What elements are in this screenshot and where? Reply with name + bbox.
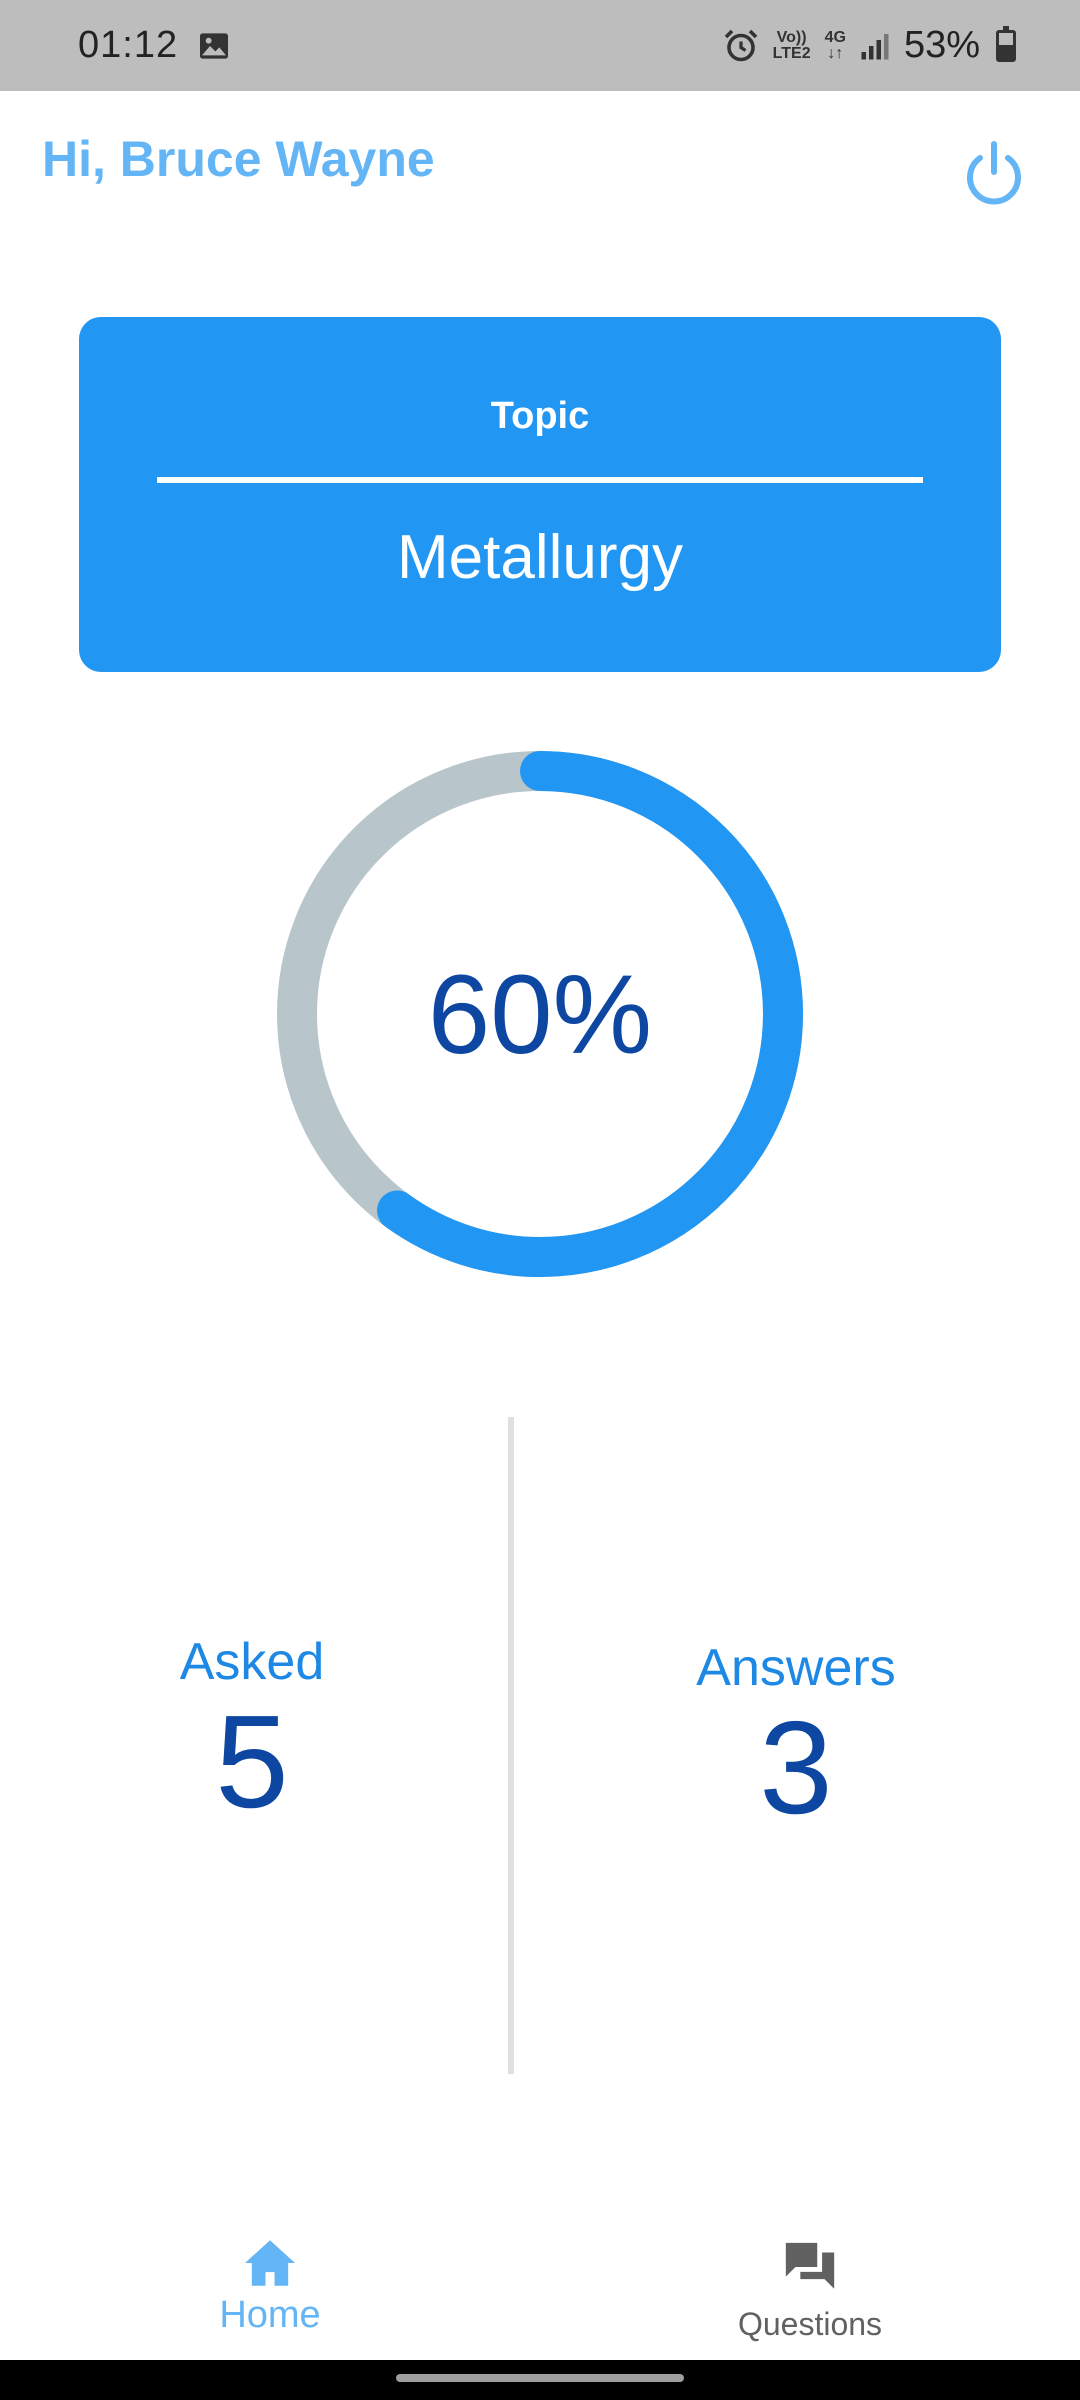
answers-count: 3	[759, 1694, 833, 1841]
status-time: 01:12	[78, 24, 179, 66]
chat-icon	[785, 2242, 835, 2289]
home-gesture-pill[interactable]	[396, 2374, 684, 2382]
volte-line1: Vo))	[776, 28, 807, 46]
status-bar: 01:12 Vo)) LTE2 4G ↓↑ 53%	[0, 0, 1080, 91]
progress-ring: 60%	[276, 750, 804, 1278]
topic-value: Metallurgy	[397, 523, 683, 592]
home-icon	[245, 2240, 295, 2286]
greeting-title: Hi, Bruce Wayne	[42, 131, 435, 187]
alarm-icon	[724, 29, 757, 61]
topic-divider	[157, 477, 923, 483]
system-nav-bar	[0, 2360, 1080, 2400]
status-right: Vo)) LTE2 4G ↓↑ 53%	[723, 24, 1016, 67]
data-arrows-icon: ↓↑	[827, 44, 844, 62]
nav-questions-label: Questions	[737, 2306, 883, 2342]
asked-count: 5	[215, 1688, 289, 1835]
power-icon[interactable]	[958, 138, 1030, 210]
topic-card[interactable]: Topic Metallurgy	[79, 317, 1001, 672]
volte-indicator: Vo)) LTE2	[772, 28, 811, 62]
answers-label: Answers	[696, 1639, 896, 1697]
network-type: 4G	[824, 28, 846, 46]
battery-icon	[996, 25, 1016, 62]
signal-icon	[861, 33, 889, 59]
battery-percent: 53%	[903, 24, 980, 66]
network-indicator: 4G ↓↑	[824, 28, 846, 62]
nav-questions[interactable]: Questions	[680, 2238, 940, 2343]
nav-home-label: Home	[219, 2294, 321, 2336]
progress-percent: 60%	[427, 951, 653, 1077]
asked-label: Asked	[179, 1633, 325, 1691]
status-left: 01:12	[78, 24, 230, 67]
topic-label: Topic	[490, 395, 590, 437]
volte-line2: LTE2	[772, 44, 811, 62]
nav-home[interactable]: Home	[140, 2238, 400, 2337]
answers-stat: Answers 3	[596, 1638, 996, 1838]
stats-divider	[508, 1417, 514, 2074]
image-icon	[200, 32, 229, 59]
bottom-nav: Home Questions	[0, 2220, 1080, 2360]
asked-stat: Asked 5	[52, 1632, 452, 1832]
